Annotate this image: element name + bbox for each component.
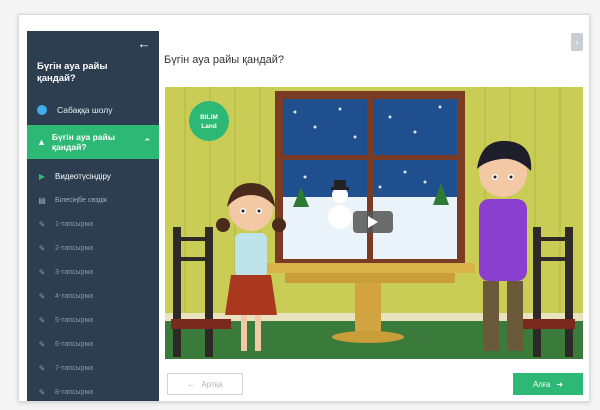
edit-icon: ✎ — [38, 291, 46, 301]
sidebar-title: Бүгін ауа райы қандай? — [37, 61, 108, 84]
arrow-right-icon: ➜ — [556, 379, 564, 389]
sidebar-subitem-label: 1-тапсырма — [55, 220, 94, 228]
sidebar-subitem[interactable]: ▤ Білесіңбе сөздік — [27, 189, 159, 211]
sidebar-item-label: Сабаққа шолу — [57, 105, 113, 115]
logo-text-line1: BILIM — [200, 114, 218, 121]
video-player[interactable]: BILIM Land — [165, 87, 583, 359]
info-dot-icon — [37, 105, 47, 115]
sidebar-subitem-label: Білесіңбе сөздік — [55, 196, 107, 204]
sidebar-item-label: Бүгін ауа райы қандай? — [51, 132, 115, 152]
next-button[interactable]: Алға ➜ — [513, 373, 583, 395]
play-icon: ▶ — [38, 171, 46, 181]
sidebar-subitem-label: 4-тапсырма — [55, 292, 94, 300]
sidebar-subitem-label: 3-тапсырма — [55, 268, 94, 276]
sidebar-item-overview[interactable]: Сабаққа шолу — [27, 99, 159, 121]
sidebar-subitem[interactable]: ✎ 6-тапсырма — [27, 333, 159, 355]
sidebar-subitem-label: 5-тапсырма — [55, 316, 94, 324]
sidebar-subitem[interactable]: ✎ 2-тапсырма — [27, 237, 159, 259]
sidebar-subitem[interactable]: ▶ Видеотүсіндіру — [27, 165, 159, 187]
sidebar-subitem-label: Видеотүсіндіру — [55, 171, 111, 181]
arrow-left-icon: ← — [187, 379, 196, 389]
back-button-label: Артқа — [201, 379, 223, 389]
sidebar-subitem[interactable]: ✎ 7-тапсырма — [27, 357, 159, 379]
sidebar-subitem-label: 6-тапсырма — [55, 340, 94, 348]
edit-icon: ✎ — [38, 387, 46, 397]
graduation-cap-icon: ▲ — [37, 137, 46, 147]
sidebar-subitem[interactable]: ✎ 8-тапсырма — [27, 381, 159, 401]
app-frame: ← Бүгін ауа райы қандай? Сабаққа шолу ▲ … — [18, 14, 590, 402]
sidebar-subitem-label: 2-тапсырма — [55, 244, 94, 252]
sidebar-subitem[interactable]: ✎ 1-тапсырма — [27, 213, 159, 235]
edit-icon: ✎ — [38, 219, 46, 229]
lesson-sidebar: ← Бүгін ауа райы қандай? Сабаққа шолу ▲ … — [27, 31, 159, 401]
edit-icon: ✎ — [38, 267, 46, 277]
bilimland-logo — [189, 101, 229, 141]
chevron-up-icon[interactable]: ⌃ — [143, 137, 151, 147]
snowman — [328, 205, 352, 229]
book-icon: ▤ — [38, 195, 46, 205]
collapse-toggle-icon[interactable]: › — [571, 33, 583, 51]
logo-text-line2: Land — [201, 123, 217, 130]
edit-icon: ✎ — [38, 339, 46, 349]
play-button[interactable] — [353, 211, 393, 233]
table-top — [265, 263, 475, 273]
sidebar-subitem-label: 7-тапсырма — [55, 364, 94, 372]
sidebar-item-active-lesson[interactable]: ▲ Бүгін ауа райы қандай? ⌃ — [27, 125, 159, 159]
sidebar-subitem[interactable]: ✎ 4-тапсырма — [27, 285, 159, 307]
sidebar-subitem[interactable]: ✎ 3-тапсырма — [27, 261, 159, 283]
arrow-left-icon[interactable]: ← — [137, 37, 151, 51]
edit-icon: ✎ — [38, 315, 46, 325]
page-title: Бүгін ауа райы қандай? — [164, 54, 284, 66]
sidebar-subitem[interactable]: ✎ 5-тапсырма — [27, 309, 159, 331]
back-button[interactable]: ← Артқа — [167, 373, 243, 395]
next-button-label: Алға — [532, 379, 551, 389]
edit-icon: ✎ — [38, 363, 46, 373]
edit-icon: ✎ — [38, 243, 46, 253]
sidebar-subitem-label: 8-тапсырма — [55, 388, 94, 396]
